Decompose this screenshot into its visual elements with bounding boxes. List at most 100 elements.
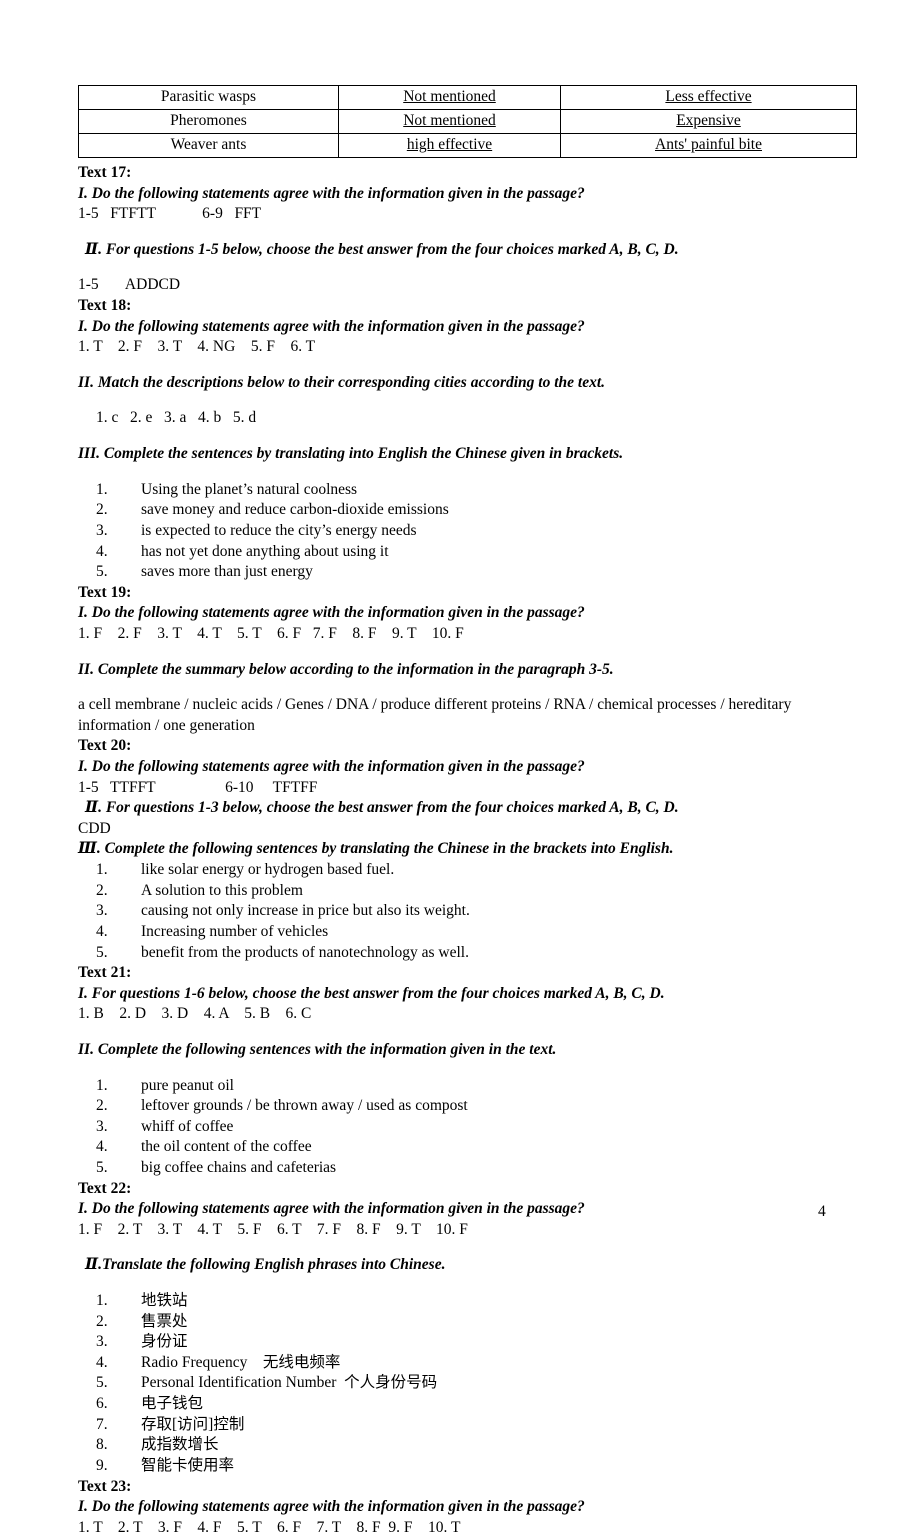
list-item-text: whiff of coffee (141, 1117, 234, 1135)
answer-line: 1. c 2. e 3. a 4. b 5. d (96, 409, 257, 427)
cell-effectiveness-text: high effective (406, 136, 493, 154)
table-row: Pheromones Not mentioned Expensive (78, 109, 857, 134)
list-item-text: Personal Identification Number 个人身份号码 (141, 1374, 438, 1392)
list-item-number: 2. (96, 501, 108, 519)
instruction-line: II. Complete the summary below according… (78, 660, 614, 678)
table-row: Parasitic wasps Not mentioned Less effecti… (78, 85, 857, 110)
vertical-spacer (78, 465, 868, 480)
list-item: 2. A solution to this problem (78, 881, 868, 902)
list-item: 3. causing not only increase in price but… (78, 901, 868, 922)
vertical-spacer (78, 645, 868, 660)
list-item: 3. whiff of coffee (78, 1117, 868, 1138)
section-heading: Text 21: (78, 964, 132, 982)
answer-line: 1. F 2. F 3. T 4. T 5. T 6. F 7. F 8. F … (78, 624, 464, 642)
section-heading: Text 22: (78, 1179, 132, 1197)
list-item: 1. like solar energy or hydrogen based fu… (78, 860, 868, 881)
list-item-text: Increasing number of vehicles (141, 922, 329, 940)
list-item: 7. 存取[访问]控制 (78, 1415, 868, 1436)
section-heading: Text 23: (78, 1477, 132, 1495)
answer-line: a cell membrane / nucleic acids / Genes … (78, 696, 792, 734)
instruction-line: I. Do the following statements agree wit… (78, 1200, 585, 1218)
answer-list: 1. 地铁站 2. 售票处 3. 身份证 4. Radio Frequency 无线电频率 5.… (78, 1291, 868, 1476)
cell-drawback-text: Ants' painful bite (655, 136, 762, 154)
vertical-spacer (78, 225, 868, 240)
list-item-number: 8. (96, 1436, 108, 1454)
list-item-number: 2. (96, 1097, 108, 1115)
page-number: 4 (818, 1203, 826, 1220)
list-item-text: Using the planet’s natural coolness (141, 480, 358, 498)
list-item-text: the oil content of the coffee (141, 1138, 312, 1156)
list-item: 5. Personal Identification Number 个人身份号码 (78, 1373, 868, 1394)
instruction-line: I. Do the following statements agree wit… (78, 184, 585, 202)
cell-effectiveness: high effective (338, 133, 561, 158)
list-item-number: 1. (96, 1076, 108, 1094)
cell-method: Parasitic wasps (78, 85, 339, 110)
cell-effectiveness-text: Not mentioned (403, 112, 496, 130)
list-item: 1. pure peanut oil (78, 1076, 868, 1097)
list-item-number: 3. (96, 1117, 108, 1135)
text-section: Text 19: I. Do the following statements a… (78, 583, 868, 737)
cell-drawback: Ants' painful bite (560, 133, 857, 158)
list-item-number: 6. (96, 1395, 108, 1413)
list-item-text: A solution to this problem (141, 881, 303, 899)
list-item-number: 1. (96, 861, 108, 879)
list-item: 4. Increasing number of vehicles (78, 922, 868, 943)
list-item-text: 成指数增长 (141, 1436, 219, 1454)
list-item: 2. save money and reduce carbon-dioxide e… (78, 500, 868, 521)
list-item-text: saves more than just energy (141, 563, 313, 581)
list-item-text: big coffee chains and cafeterias (141, 1158, 337, 1176)
table-row: Weaver ants high effective Ants' painful b… (78, 133, 857, 158)
vertical-spacer (78, 1061, 868, 1076)
list-item-number: 3. (96, 1333, 108, 1351)
cell-effectiveness: Not mentioned (338, 85, 561, 110)
answer-key-content: Text 17: I. Do the following statements a… (78, 163, 868, 1538)
cell-drawback-text: Less effective (665, 88, 752, 106)
instruction-line: Ⅱ. For questions 1-5 below, choose the b… (85, 240, 679, 258)
list-item-number: 4. (96, 542, 108, 560)
list-item-text: benefit from the products of nanotechnol… (141, 943, 469, 961)
list-item: 8. 成指数增长 (78, 1435, 868, 1456)
vertical-spacer (78, 358, 868, 373)
text-section: Text 20: I. Do the following statements a… (78, 736, 868, 963)
text-section: Text 18: I. Do the following statements a… (78, 296, 868, 583)
instruction-line: Ⅱ.Translate the following English phrase… (85, 1256, 446, 1274)
summary-table-wrapper: Parasitic wasps Not mentioned Less effecti… (78, 85, 857, 158)
list-item-number: 2. (96, 1312, 108, 1330)
list-item: 5. saves more than just energy (78, 562, 868, 583)
list-item: 4. Radio Frequency 无线电频率 (78, 1353, 868, 1374)
list-item-number: 5. (96, 1374, 108, 1392)
list-item-text: 售票处 (141, 1312, 188, 1330)
instruction-line: II. Complete the following sentences wit… (78, 1040, 557, 1058)
instruction-line: I. Do the following statements agree wit… (78, 1498, 585, 1516)
list-item-number: 4. (96, 1138, 108, 1156)
text-section: Text 21: I. For questions 1-6 below, choo… (78, 963, 868, 1178)
instruction-line: Ⅱ. For questions 1-3 below, choose the b… (85, 799, 679, 817)
list-item-text: 存取[访问]控制 (141, 1415, 245, 1433)
list-item-number: 4. (96, 922, 108, 940)
list-item-text: 智能卡使用率 (141, 1456, 235, 1474)
answer-line: 1. T 2. T 3. F 4. F 5. T 6. F 7. T 8. F … (78, 1518, 461, 1536)
list-item-number: 9. (96, 1456, 108, 1474)
instruction-line: Ⅲ. Complete the following sentences by t… (78, 840, 674, 858)
vertical-spacer (78, 1240, 868, 1255)
list-item-number: 1. (96, 480, 108, 498)
list-item-text: 身份证 (141, 1333, 188, 1351)
vertical-spacer (78, 260, 868, 275)
vertical-spacer (78, 429, 868, 444)
cell-effectiveness-text: Not mentioned (403, 88, 496, 106)
instruction-line: I. Do the following statements agree wit… (78, 758, 585, 776)
list-item-text: like solar energy or hydrogen based fuel… (141, 861, 395, 879)
instruction-line: I. Do the following statements agree wit… (78, 604, 585, 622)
vertical-spacer (78, 680, 868, 695)
list-item: 3. 身份证 (78, 1332, 868, 1353)
cell-method: Pheromones (78, 109, 339, 134)
instruction-line: II. Match the descriptions below to thei… (78, 373, 606, 391)
list-item-number: 3. (96, 521, 108, 539)
section-heading: Text 17: (78, 164, 132, 181)
instruction-line: III. Complete the sentences by translati… (78, 445, 624, 463)
text-section: Text 17: I. Do the following statements a… (78, 163, 868, 296)
list-item-text: leftover grounds / be thrown away / used… (141, 1097, 468, 1115)
table-body: Parasitic wasps Not mentioned Less effecti… (78, 85, 857, 158)
list-item-number: 5. (96, 563, 108, 581)
section-heading: Text 18: (78, 297, 132, 315)
